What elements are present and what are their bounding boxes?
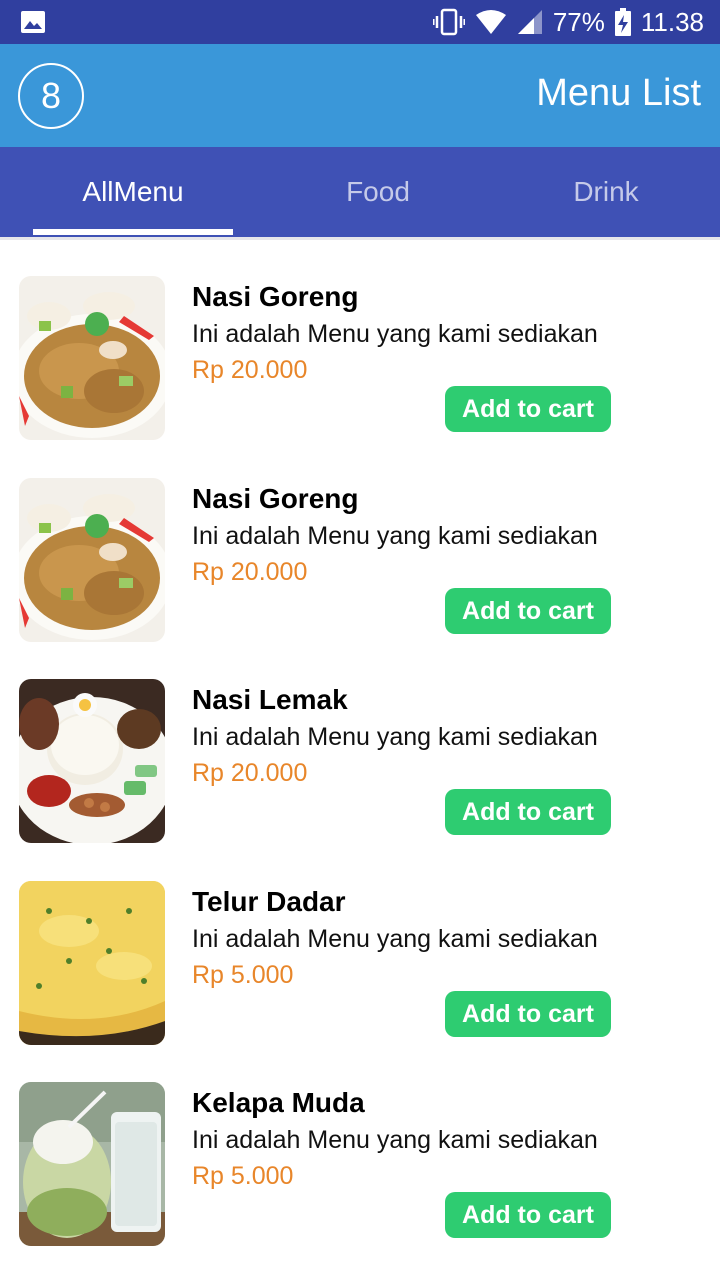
fried-rice-photo — [19, 276, 165, 440]
item-price: Rp 20.000 — [192, 356, 308, 384]
status-bar: 77% 11.38 — [0, 0, 720, 44]
item-name: Nasi Goreng — [192, 281, 359, 312]
item-description: Ini adalah Menu yang kami sediakan — [192, 723, 598, 751]
signal-icon — [517, 10, 542, 34]
item-price: Rp 5.000 — [192, 1162, 294, 1190]
item-description: Ini adalah Menu yang kami sediakan — [192, 1126, 598, 1154]
list-item[interactable]: Nasi Goreng Ini adalah Menu yang kami se… — [0, 240, 720, 442]
item-name: Kelapa Muda — [192, 1087, 365, 1118]
list-item[interactable]: Nasi Lemak Ini adalah Menu yang kami sed… — [0, 643, 720, 845]
nasi-lemak-photo — [19, 679, 165, 843]
young-coconut-photo — [19, 1082, 165, 1246]
list-item[interactable]: Nasi Goreng Ini adalah Menu yang kami se… — [0, 442, 720, 644]
app-bar: 8 Menu List — [0, 44, 720, 147]
item-description: Ini adalah Menu yang kami sediakan — [192, 522, 598, 550]
list-item[interactable]: Kelapa Muda Ini adalah Menu yang kami se… — [0, 1046, 720, 1248]
cart-count-badge[interactable]: 8 — [18, 63, 84, 129]
wifi-icon — [475, 10, 506, 34]
add-to-cart-button[interactable]: Add to cart — [445, 386, 611, 432]
category-tabs: AllMenu Food Drink — [0, 147, 720, 237]
item-price: Rp 5.000 — [192, 961, 294, 989]
clock: 11.38 — [640, 6, 704, 37]
item-description: Ini adalah Menu yang kami sediakan — [192, 320, 598, 348]
gallery-icon — [21, 11, 45, 33]
tab-drink[interactable]: Drink — [506, 147, 706, 237]
item-price: Rp 20.000 — [192, 759, 308, 787]
item-name: Telur Dadar — [192, 886, 346, 917]
item-price: Rp 20.000 — [192, 558, 308, 586]
add-to-cart-button[interactable]: Add to cart — [445, 588, 611, 634]
add-to-cart-button[interactable]: Add to cart — [445, 991, 611, 1037]
vibrate-icon — [432, 8, 465, 36]
item-name: Nasi Lemak — [192, 684, 348, 715]
item-name: Nasi Goreng — [192, 483, 359, 514]
battery-charging-icon — [614, 8, 631, 36]
add-to-cart-button[interactable]: Add to cart — [445, 1192, 611, 1238]
tab-indicator — [33, 229, 233, 235]
fried-rice-photo — [19, 478, 165, 642]
list-item[interactable]: Telur Dadar Ini adalah Menu yang kami se… — [0, 845, 720, 1047]
tab-food[interactable]: Food — [278, 147, 478, 237]
battery-percentage: 77% — [552, 6, 605, 37]
page-title: Menu List — [536, 72, 701, 114]
add-to-cart-button[interactable]: Add to cart — [445, 789, 611, 835]
tab-allmenu[interactable]: AllMenu — [33, 147, 233, 237]
omelette-photo — [19, 881, 165, 1045]
item-description: Ini adalah Menu yang kami sediakan — [192, 925, 598, 953]
